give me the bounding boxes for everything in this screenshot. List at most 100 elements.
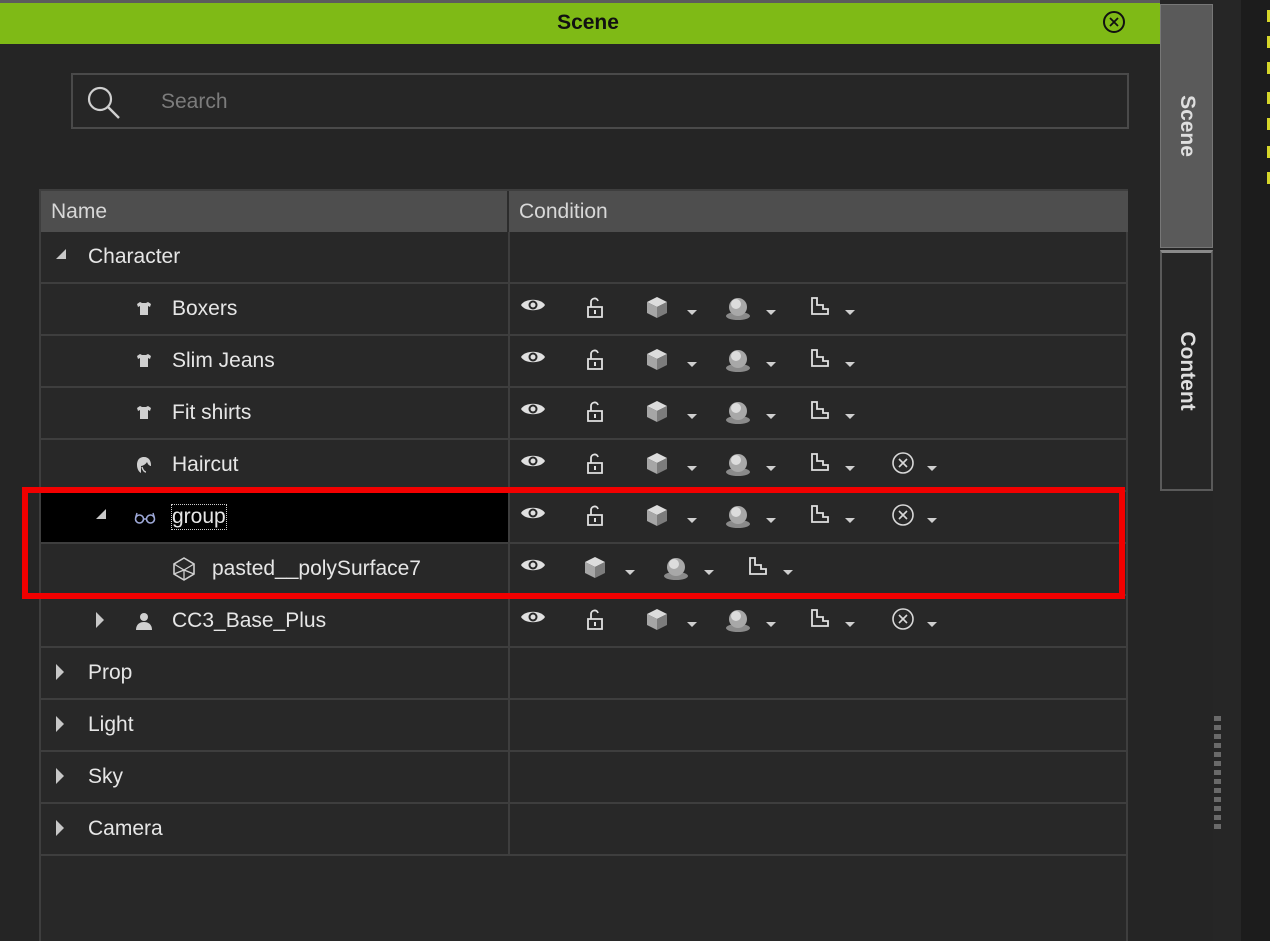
cube-icon[interactable] [645, 347, 669, 376]
sphere-icon[interactable] [724, 399, 752, 430]
eye-icon[interactable] [520, 607, 546, 632]
search-box[interactable] [71, 73, 1129, 129]
chevron-down-icon[interactable] [927, 466, 937, 471]
name-cell[interactable]: Camera [41, 804, 510, 854]
chevron-down-icon[interactable] [783, 570, 793, 575]
name-cell[interactable]: pasted__polySurface7 [41, 544, 510, 594]
eye-icon[interactable] [520, 347, 546, 372]
unlock-icon[interactable] [584, 295, 606, 324]
chevron-down-icon[interactable] [927, 622, 937, 627]
tree-row[interactable]: Sky [41, 752, 1126, 804]
texture-icon[interactable] [809, 451, 831, 478]
search-input[interactable] [159, 87, 1063, 117]
cube-icon[interactable] [645, 451, 669, 480]
name-cell[interactable]: Fit shirts [41, 388, 510, 438]
tree-row[interactable]: CC3_Base_Plus [41, 596, 1126, 648]
name-cell[interactable]: Haircut [41, 440, 510, 490]
tree-row[interactable]: Character [41, 232, 1126, 284]
name-cell[interactable]: Slim Jeans [41, 336, 510, 386]
name-cell[interactable]: Character [41, 232, 510, 282]
expand-arrow-icon[interactable] [54, 819, 68, 837]
chevron-down-icon[interactable] [845, 622, 855, 627]
cube-icon[interactable] [645, 399, 669, 428]
chevron-down-icon[interactable] [845, 310, 855, 315]
texture-icon[interactable] [809, 295, 831, 322]
name-cell[interactable]: group [41, 492, 510, 542]
chevron-down-icon[interactable] [927, 518, 937, 523]
chevron-down-icon[interactable] [845, 518, 855, 523]
name-cell[interactable]: Light [41, 700, 510, 750]
tree-row[interactable]: Fit shirts [41, 388, 1126, 440]
x-circle-icon[interactable] [891, 451, 915, 480]
unlock-icon[interactable] [584, 347, 606, 376]
texture-icon[interactable] [747, 555, 769, 582]
chevron-down-icon[interactable] [766, 518, 776, 523]
expand-arrow-icon[interactable] [94, 611, 108, 629]
collapse-arrow-icon[interactable] [94, 507, 108, 525]
close-icon[interactable] [1103, 11, 1125, 33]
tree-row[interactable]: Camera [41, 804, 1126, 856]
tree-row[interactable]: Prop [41, 648, 1126, 700]
name-cell[interactable]: Boxers [41, 284, 510, 334]
chevron-down-icon[interactable] [687, 310, 697, 315]
collapse-arrow-icon[interactable] [54, 247, 68, 265]
chevron-down-icon[interactable] [625, 570, 635, 575]
x-circle-icon[interactable] [891, 503, 915, 532]
chevron-down-icon[interactable] [687, 466, 697, 471]
sphere-icon[interactable] [724, 503, 752, 534]
sphere-icon[interactable] [724, 607, 752, 638]
texture-icon[interactable] [809, 399, 831, 426]
expand-arrow-icon[interactable] [54, 715, 68, 733]
eye-icon[interactable] [520, 451, 546, 476]
sphere-icon[interactable] [724, 295, 752, 326]
chevron-down-icon[interactable] [704, 570, 714, 575]
chevron-down-icon[interactable] [687, 622, 697, 627]
tree-row[interactable]: Boxers [41, 284, 1126, 336]
eye-icon[interactable] [520, 555, 546, 580]
name-cell[interactable]: Prop [41, 648, 510, 698]
eye-icon[interactable] [520, 295, 546, 320]
chevron-down-icon[interactable] [766, 466, 776, 471]
chevron-down-icon[interactable] [766, 362, 776, 367]
resize-grip[interactable] [1214, 716, 1221, 830]
cube-icon[interactable] [645, 503, 669, 532]
tree-row[interactable]: pasted__polySurface7 [41, 544, 1126, 596]
chevron-down-icon[interactable] [766, 310, 776, 315]
sphere-icon[interactable] [724, 347, 752, 378]
name-cell[interactable]: Sky [41, 752, 510, 802]
tree-row[interactable]: Slim Jeans [41, 336, 1126, 388]
column-header-name[interactable]: Name [41, 191, 509, 232]
chevron-down-icon[interactable] [845, 362, 855, 367]
chevron-down-icon[interactable] [687, 362, 697, 367]
tab-content[interactable]: Content [1160, 250, 1213, 491]
expand-arrow-icon[interactable] [54, 663, 68, 681]
tree-row[interactable]: Haircut [41, 440, 1126, 492]
chevron-down-icon[interactable] [766, 414, 776, 419]
chevron-down-icon[interactable] [687, 414, 697, 419]
texture-icon[interactable] [809, 503, 831, 530]
unlock-icon[interactable] [584, 451, 606, 480]
unlock-icon[interactable] [584, 503, 606, 532]
chevron-down-icon[interactable] [845, 466, 855, 471]
name-cell[interactable]: CC3_Base_Plus [41, 596, 510, 646]
sphere-icon[interactable] [662, 555, 690, 586]
sphere-icon[interactable] [724, 451, 752, 482]
chevron-down-icon[interactable] [687, 518, 697, 523]
tree-row[interactable]: group [41, 492, 1126, 544]
chevron-down-icon[interactable] [845, 414, 855, 419]
column-header-condition[interactable]: Condition [509, 191, 1128, 232]
expand-arrow-icon[interactable] [54, 767, 68, 785]
cube-icon[interactable] [645, 607, 669, 636]
cube-icon[interactable] [583, 555, 607, 584]
cube-icon[interactable] [645, 295, 669, 324]
tree-row[interactable]: Light [41, 700, 1126, 752]
texture-icon[interactable] [809, 607, 831, 634]
x-circle-icon[interactable] [891, 607, 915, 636]
eye-icon[interactable] [520, 503, 546, 528]
texture-icon[interactable] [809, 347, 831, 374]
tab-scene[interactable]: Scene [1160, 4, 1213, 248]
chevron-down-icon[interactable] [766, 622, 776, 627]
unlock-icon[interactable] [584, 607, 606, 636]
eye-icon[interactable] [520, 399, 546, 424]
unlock-icon[interactable] [584, 399, 606, 428]
